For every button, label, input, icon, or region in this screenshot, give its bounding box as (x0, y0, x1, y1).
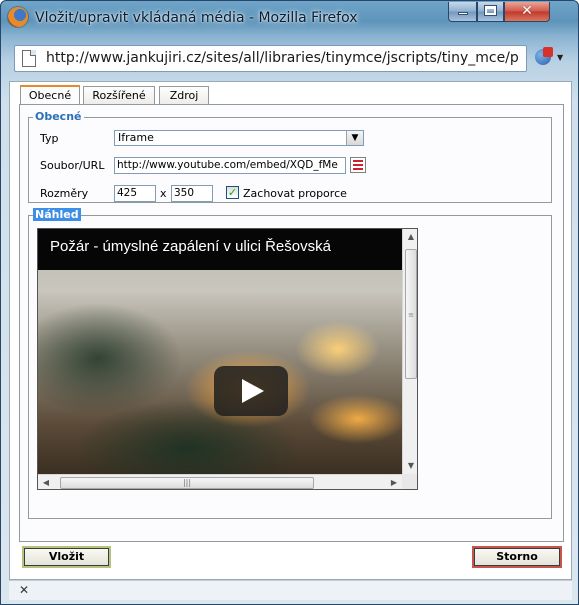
times-sign: x (160, 187, 167, 200)
general-fieldset: Obecné Typ Iframe ▼ Soubor/URL http://ww… (28, 110, 552, 203)
tab-source[interactable]: Zdroj (159, 86, 209, 106)
url-input[interactable]: http://www.youtube.com/embed/XQD_fMe (114, 157, 346, 174)
maximize-button[interactable] (477, 2, 504, 22)
scroll-right-icon[interactable]: ▶ (386, 475, 402, 489)
firefox-icon (8, 7, 28, 27)
vertical-scroll-thumb[interactable]: ≡ (405, 249, 417, 379)
dialog-content: Obecné Rozšířené Zdroj Obecné Typ Iframe… (9, 81, 572, 580)
type-select[interactable]: Iframe ▼ (114, 130, 364, 146)
type-label: Typ (40, 132, 59, 145)
scroll-corner (402, 474, 417, 489)
maximize-icon (485, 6, 496, 15)
play-icon[interactable] (214, 366, 288, 416)
tab-panel: Obecné Typ Iframe ▼ Soubor/URL http://ww… (19, 104, 564, 542)
tab-advanced[interactable]: Rozšířené (83, 86, 155, 106)
url-text: http://www.jankujiri.cz/sites/all/librar… (46, 50, 518, 66)
url-label: Soubor/URL (40, 159, 105, 172)
minimize-icon (457, 12, 468, 15)
video-preview[interactable]: Požár - úmyslné zapálení v ulici Řešovsk… (37, 228, 418, 490)
keep-ratio-label: Zachovat proporce (243, 187, 347, 200)
window-title: Vložit/upravit vkládaná média - Mozilla … (35, 10, 358, 26)
preview-legend: Náhled (33, 208, 81, 221)
browse-icon[interactable] (350, 157, 366, 173)
addon-icon[interactable] (535, 47, 553, 65)
scroll-up-icon[interactable]: ▲ (403, 229, 417, 245)
page-icon (22, 50, 36, 67)
width-input[interactable]: 425 (114, 185, 156, 202)
video-title: Požár - úmyslné zapálení v ulici Řešovsk… (50, 238, 331, 255)
size-label: Rozměry (40, 187, 89, 200)
vertical-scrollbar[interactable]: ▲ ≡ ▼ (402, 229, 417, 474)
keep-ratio-checkbox[interactable]: ✓ (226, 186, 239, 199)
video-title-bar: Požár - úmyslné zapálení v ulici Řešovsk… (38, 229, 402, 270)
title-bar: Vložit/upravit vkládaná média - Mozilla … (1, 1, 578, 37)
close-icon: ✕ (521, 3, 533, 19)
insert-button[interactable]: Vložit (22, 546, 111, 568)
chevron-down-icon[interactable]: ▼ (557, 53, 563, 62)
video-frame[interactable]: Požár - úmyslné zapálení v ulici Řešovsk… (38, 229, 402, 474)
browser-window: Vložit/upravit vkládaná média - Mozilla … (0, 0, 579, 605)
height-input[interactable]: 350 (171, 185, 213, 202)
status-bar: ✕ (9, 580, 572, 600)
scroll-left-icon[interactable]: ◀ (38, 475, 54, 489)
horizontal-scroll-thumb[interactable]: ||| (60, 477, 314, 489)
close-icon[interactable]: ✕ (19, 583, 29, 597)
cancel-button[interactable]: Storno (472, 546, 562, 568)
scroll-down-icon[interactable]: ▼ (403, 458, 417, 474)
horizontal-scrollbar[interactable]: ◀ ||| ▶ (38, 474, 402, 489)
address-bar[interactable]: http://www.jankujiri.cz/sites/all/librar… (14, 45, 527, 72)
minimize-button[interactable] (448, 2, 477, 22)
chevron-down-icon[interactable]: ▼ (346, 131, 363, 145)
close-window-button[interactable]: ✕ (504, 2, 550, 22)
general-legend: Obecné (33, 110, 84, 123)
type-select-value: Iframe (118, 131, 154, 144)
